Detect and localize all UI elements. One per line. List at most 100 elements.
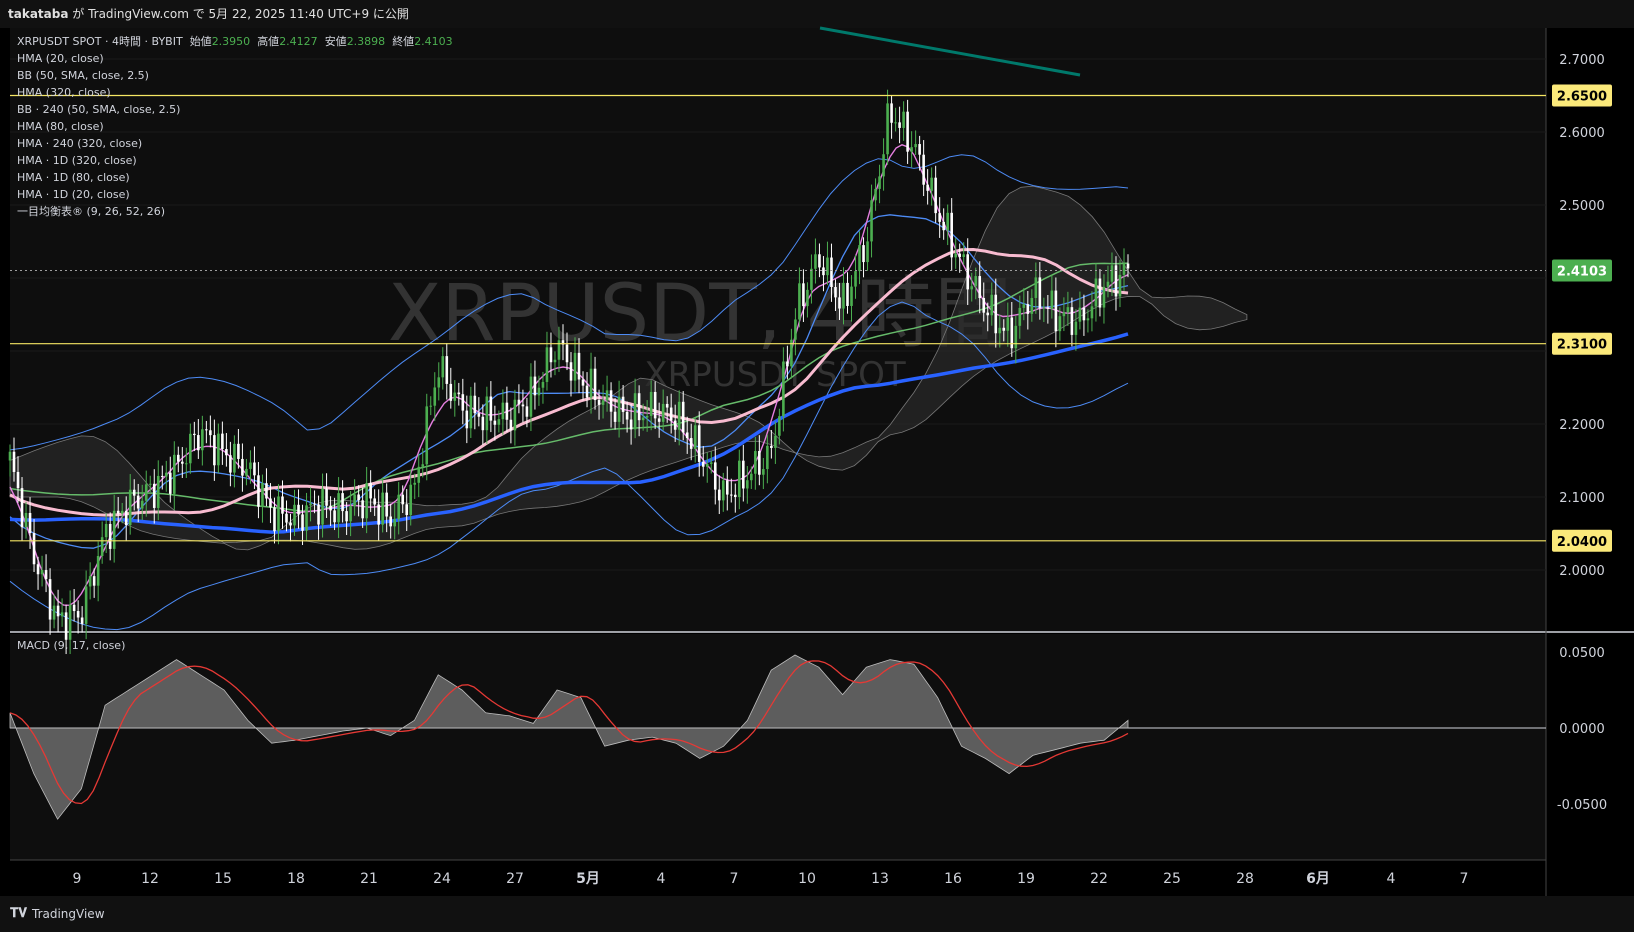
candle-body: [68, 604, 72, 640]
candle-body: [369, 483, 372, 499]
candle-body: [826, 257, 829, 276]
candle-body: [834, 287, 837, 298]
time-tick-19: 7: [1460, 871, 1469, 887]
candle-body: [120, 510, 124, 514]
candle-body: [774, 435, 777, 448]
candle-body: [361, 500, 364, 519]
macd-tick-1: 0.0000: [1559, 722, 1605, 737]
footer-bar: 𝐓𝐕 TradingView: [0, 896, 1634, 932]
candle-body: [902, 111, 905, 128]
candle-body: [1086, 318, 1090, 321]
candle-body: [237, 443, 240, 459]
candle-body: [421, 464, 425, 467]
open-value: 2.3950: [211, 35, 251, 48]
candle-body: [982, 298, 986, 313]
candle-body: [541, 381, 545, 388]
candle-body: [225, 449, 228, 456]
macd-legend[interactable]: MACD (9, 17, close): [17, 639, 125, 652]
candle-body: [393, 519, 396, 527]
candle-body: [325, 488, 328, 506]
candle-body: [44, 570, 48, 580]
candle-body: [265, 483, 268, 499]
candle-body: [653, 391, 657, 419]
candle-body: [457, 392, 461, 395]
candle-body: [701, 461, 705, 467]
price-tick-1: 2.6000: [1559, 126, 1605, 141]
candle-body: [605, 390, 609, 401]
candle-body: [525, 406, 529, 417]
candle-body: [229, 455, 232, 473]
candle-body: [585, 385, 589, 398]
candle-body: [838, 297, 841, 309]
candle-body: [505, 402, 509, 420]
candle-body: [758, 451, 761, 475]
candle-body: [565, 344, 569, 363]
candle-body: [493, 420, 497, 425]
candle-body: [1070, 307, 1074, 335]
close-label: 終値: [392, 35, 415, 48]
candle-body: [589, 368, 593, 398]
candle-body: [677, 401, 681, 430]
indicator-7[interactable]: HMA · 1D (320, close): [17, 152, 453, 169]
candle-body: [517, 399, 521, 405]
candle-body: [72, 604, 76, 612]
candle-body: [762, 469, 765, 475]
candle-body: [946, 212, 949, 231]
candle-body: [926, 184, 929, 191]
brand-name: TradingView: [32, 907, 105, 921]
candle-body: [581, 379, 585, 386]
candle-body: [874, 188, 877, 201]
time-tick-5: 24: [433, 871, 451, 887]
time-tick-6: 27: [506, 871, 524, 887]
candle-body: [721, 480, 725, 501]
tradingview-logo[interactable]: 𝐓𝐕 TradingView: [10, 896, 105, 932]
indicator-3[interactable]: HMA (320, close): [17, 84, 453, 101]
candle-body: [814, 254, 817, 269]
indicator-10[interactable]: 一目均衡表® (9, 26, 52, 26): [17, 203, 453, 220]
candle-body: [778, 416, 781, 436]
candle-body: [573, 352, 577, 381]
candle-body: [1106, 281, 1110, 287]
candle-body: [970, 286, 974, 290]
time-tick-11: 13: [871, 871, 889, 887]
symbol-ohlc-row: XRPUSDT SPOT · 4時間 · BYBIT 始値2.3950 高値2.…: [17, 33, 453, 50]
indicator-5[interactable]: HMA (80, close): [17, 118, 453, 135]
candle-body: [1014, 325, 1018, 349]
time-tick-16: 28: [1236, 871, 1254, 887]
candle-body: [116, 510, 120, 514]
candle-body: [481, 416, 485, 431]
candle-body: [689, 438, 693, 449]
candle-body: [509, 419, 513, 431]
candle-body: [1054, 290, 1058, 332]
indicator-9[interactable]: HMA · 1D (20, close): [17, 186, 453, 203]
indicator-2[interactable]: BB (50, SMA, close, 2.5): [17, 67, 453, 84]
candle-body: [313, 503, 316, 505]
level-label-1: 2.3100: [1557, 338, 1607, 353]
candle-body: [201, 429, 204, 451]
indicator-4[interactable]: BB · 240 (50, SMA, close, 2.5): [17, 101, 453, 118]
candle-body: [894, 122, 897, 124]
candle-body: [906, 111, 909, 152]
candle-body: [140, 500, 144, 509]
indicator-6[interactable]: HMA · 240 (320, close): [17, 135, 453, 152]
indicator-8[interactable]: HMA · 1D (80, close): [17, 169, 453, 186]
candle-body: [830, 257, 833, 288]
indicator-1[interactable]: HMA (20, close): [17, 50, 453, 67]
time-tick-7: 5月: [576, 871, 600, 887]
candle-body: [233, 443, 236, 473]
macd-tick-0: 0.0500: [1559, 646, 1605, 661]
candle-body: [1022, 304, 1026, 308]
candle-body: [593, 368, 597, 401]
candle-body: [746, 480, 749, 489]
candle-body: [1118, 274, 1122, 297]
symbol-name[interactable]: XRPUSDT SPOT · 4時間 · BYBIT: [17, 35, 183, 48]
time-tick-10: 10: [798, 871, 816, 887]
candle-body: [794, 319, 797, 340]
candle-body: [846, 282, 849, 306]
candle-body: [625, 411, 629, 420]
candle-body: [978, 276, 982, 299]
candle-body: [806, 289, 809, 307]
candle-body: [617, 396, 621, 422]
candle-body: [160, 475, 164, 477]
price-tick-2: 2.5000: [1559, 199, 1605, 214]
